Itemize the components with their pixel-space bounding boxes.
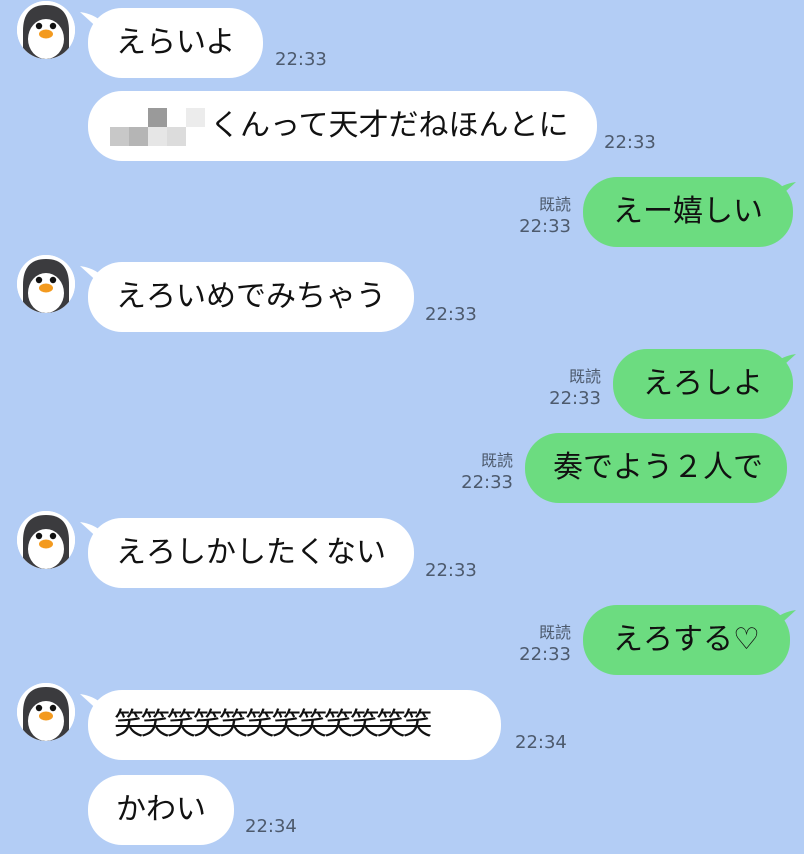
message-time: 22:33 [461,472,513,493]
read-receipt: 既読 [568,367,601,386]
message-bubble[interactable]: 笑笑笑笑笑笑笑笑笑笑笑笑 [88,690,501,760]
message-time: 22:34 [515,732,567,753]
redacted-name-blur [110,107,208,146]
message-time: 22:33 [519,216,571,237]
message-bubble[interactable]: えらいよ [88,8,264,78]
message-bubble[interactable]: くんって天才だねほんとに [88,91,597,161]
message-bubble[interactable]: 奏でよう２人で [525,433,787,503]
avatar[interactable] [17,683,75,741]
message-time: 22:33 [604,132,656,153]
message-bubble[interactable]: えろいめでみちゃう [88,262,414,332]
message-meta: 既読 22:33 [433,450,513,494]
message-meta: 既読 22:33 [491,622,571,666]
message-meta: 既読 22:33 [491,194,571,238]
bubble-tail [774,610,796,630]
read-receipt: 既読 [538,623,571,642]
avatar[interactable] [17,255,75,313]
message-time: 22:33 [275,49,327,70]
penguin-avatar-icon [17,255,75,313]
penguin-avatar-icon [17,511,75,569]
bubble-tail [774,354,796,374]
penguin-avatar-icon [17,683,75,741]
message-time: 22:33 [519,644,571,665]
message-bubble[interactable]: えー嬉しい [583,177,793,247]
penguin-avatar-icon [17,1,75,59]
bubble-tail [774,182,796,202]
message-time: 22:33 [425,304,477,325]
message-text: くんって天才だねほんとに [210,108,569,143]
avatar[interactable] [17,1,75,59]
message-time: 22:33 [549,388,601,409]
message-bubble[interactable]: かわい [88,775,234,845]
read-receipt: 既読 [538,195,571,214]
avatar[interactable] [17,511,75,569]
read-receipt: 既読 [480,451,513,470]
message-bubble[interactable]: えろしよ [613,349,793,419]
message-bubble[interactable]: えろしかしたくない [88,518,414,588]
message-meta: 既読 22:33 [521,366,601,410]
message-bubble[interactable]: えろする♡ [583,605,790,675]
message-time: 22:33 [425,560,477,581]
message-time: 22:34 [245,816,297,837]
